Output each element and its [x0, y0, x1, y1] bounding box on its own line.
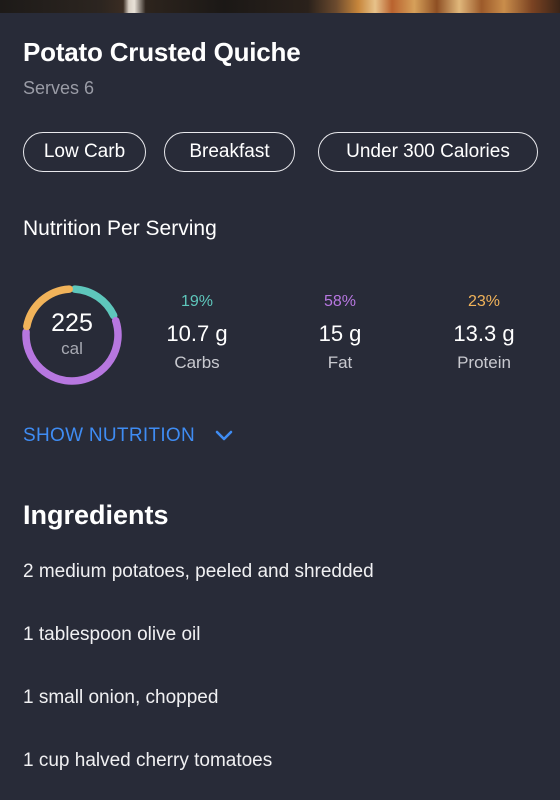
carbs-amount: 10.7 g [166, 321, 228, 346]
serves-label: Serves 6 [23, 78, 95, 98]
fat-amount: 15 g [318, 321, 362, 346]
recipe-title: Potato Crusted Quiche [23, 37, 301, 67]
show-nutrition-button[interactable]: SHOW NUTRITION [23, 425, 233, 447]
tag-breakfast[interactable]: Breakfast [164, 132, 295, 172]
carbs-percent: 19% [180, 293, 214, 310]
calorie-ring: 225 cal [20, 283, 124, 387]
carbs-label: Carbs [174, 353, 220, 372]
fat-label: Fat [327, 353, 353, 372]
macro-carbs: 19% 10.7 g Carbs [137, 293, 257, 373]
ingredient-item: 2 medium potatoes, peeled and shredded [23, 561, 374, 582]
ingredients-heading: Ingredients [23, 500, 169, 530]
fat-percent: 58% [323, 293, 357, 310]
calorie-value: 225 [51, 309, 93, 337]
ingredient-item: 1 tablespoon olive oil [23, 624, 201, 645]
tag-low-carb[interactable]: Low Carb [23, 132, 146, 172]
show-nutrition-label: SHOW NUTRITION [23, 425, 196, 446]
recipe-photo [0, 0, 560, 13]
ingredient-item: 1 small onion, chopped [23, 687, 219, 708]
protein-amount: 13.3 g [453, 321, 515, 346]
chevron-down-icon [215, 430, 233, 441]
calorie-unit: cal [61, 339, 83, 358]
macro-fat: 58% 15 g Fat [280, 293, 400, 373]
ingredient-item: 1 cup halved cherry tomatoes [23, 750, 273, 771]
tag-under-300-calories[interactable]: Under 300 Calories [318, 132, 538, 172]
macro-protein: 23% 13.3 g Protein [424, 293, 544, 373]
protein-label: Protein [457, 353, 511, 372]
nutrition-heading: Nutrition Per Serving [23, 217, 217, 240]
protein-percent: 23% [467, 293, 501, 310]
